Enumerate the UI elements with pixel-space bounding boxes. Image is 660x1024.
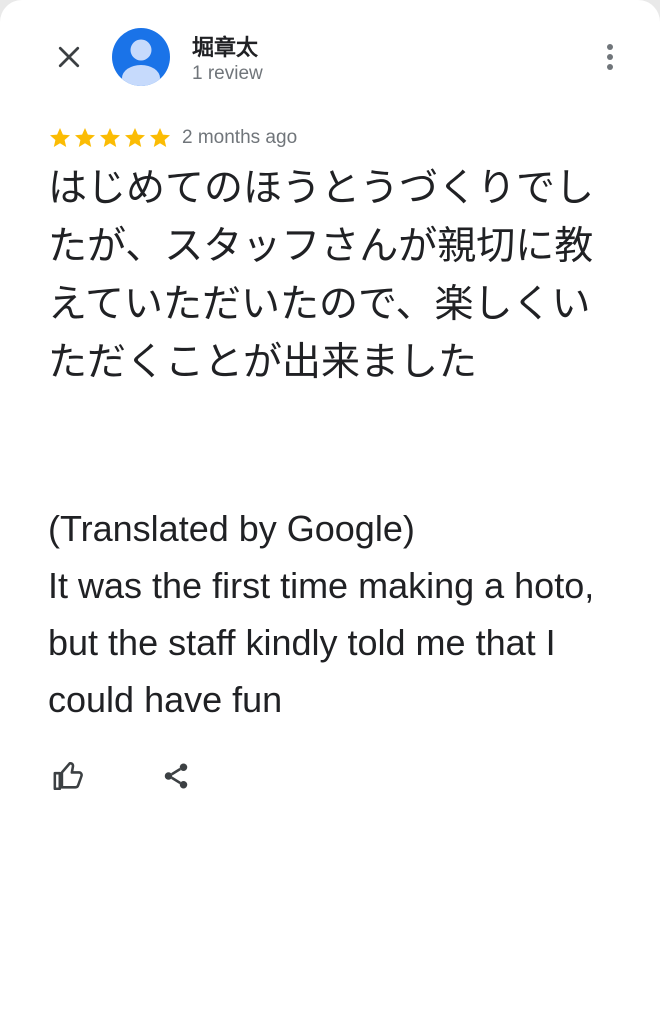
reviewer-name[interactable]: 堀章太 bbox=[192, 30, 258, 62]
review-original-text: はじめてのほうとうづくりでしたが、スタッフさんが親切に教えていただいたので、楽し… bbox=[48, 166, 595, 385]
close-button[interactable] bbox=[50, 38, 88, 76]
avatar[interactable] bbox=[112, 28, 170, 86]
more-options-button[interactable] bbox=[596, 38, 624, 76]
star-icon bbox=[50, 128, 70, 147]
translation-label: (Translated by Google) bbox=[48, 508, 415, 549]
translated-section: (Translated by Google) It was the first … bbox=[48, 500, 628, 728]
star-icon bbox=[100, 128, 120, 147]
review-date: 2 months ago bbox=[182, 127, 298, 148]
star-icon bbox=[75, 128, 95, 147]
rating-row: 2 months ago bbox=[48, 124, 297, 152]
person-avatar-icon bbox=[112, 28, 170, 86]
star-icon bbox=[150, 128, 170, 147]
star-icon bbox=[125, 128, 145, 147]
review-card: 堀章太 1 review 2 months ago はじめてのほうとうづくりでし… bbox=[0, 0, 660, 1024]
like-button[interactable] bbox=[48, 756, 90, 796]
share-button[interactable] bbox=[156, 756, 196, 796]
star-rating bbox=[48, 126, 172, 150]
review-translated-text: It was the first time making a hoto, but… bbox=[48, 565, 595, 720]
more-vert-icon bbox=[607, 44, 613, 70]
review-count[interactable]: 1 review bbox=[192, 63, 263, 85]
share-icon bbox=[164, 763, 188, 789]
thumb-up-icon bbox=[53, 761, 83, 791]
close-icon bbox=[58, 46, 80, 68]
